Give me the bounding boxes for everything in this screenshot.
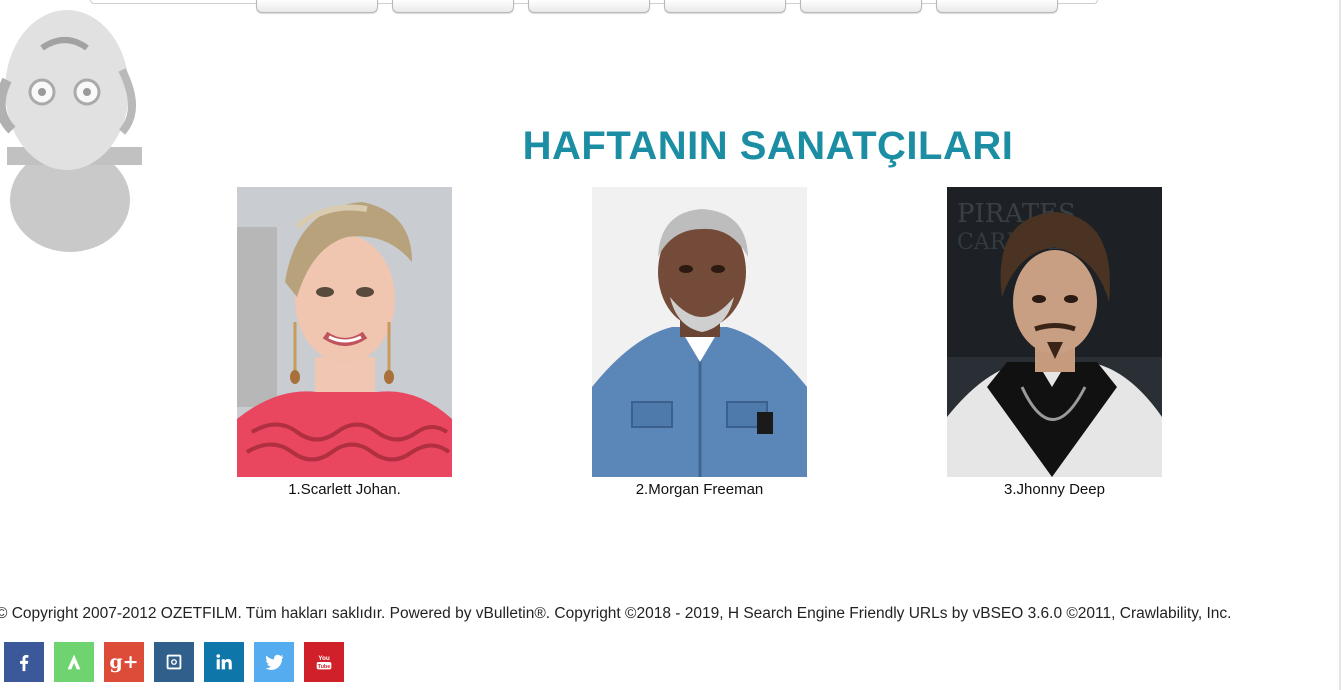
artist-card-3[interactable]: PIRATES CARIBBEAN 3.Jhonny Deep <box>947 187 1162 498</box>
vine-button[interactable] <box>54 642 94 682</box>
youtube-icon: You Tube <box>316 655 332 670</box>
vine-icon <box>67 654 81 670</box>
footer-copyright: © Copyright 2007-2012 OZETFILM. Tüm hakl… <box>0 605 1232 622</box>
artist-photo-2[interactable] <box>592 187 807 477</box>
twitter-button[interactable] <box>254 642 294 682</box>
section-title: HAFTANIN SANATÇILARI <box>522 124 1014 168</box>
artists-of-week: 1.Scarlett Johan. 2.Morgan Freeman PIRAT… <box>0 187 1341 507</box>
artist-name-2[interactable]: 2.Morgan Freeman <box>592 481 807 498</box>
youtube-button[interactable]: You Tube <box>304 642 344 682</box>
instagram-button[interactable] <box>154 642 194 682</box>
top-navigation <box>256 0 1058 14</box>
artist-card-1[interactable]: 1.Scarlett Johan. <box>237 187 452 498</box>
svg-text:Tube: Tube <box>318 664 331 670</box>
artist-card-2[interactable]: 2.Morgan Freeman <box>592 187 807 498</box>
svg-text:You: You <box>318 655 330 662</box>
nav-tab-2[interactable] <box>392 0 514 13</box>
nav-tab-4[interactable] <box>664 0 786 13</box>
linkedin-icon <box>216 654 232 670</box>
nav-tab-6[interactable] <box>936 0 1058 13</box>
artist-photo-3[interactable]: PIRATES CARIBBEAN <box>947 187 1162 477</box>
twitter-icon <box>265 654 284 670</box>
artist-photo-1[interactable] <box>237 187 452 477</box>
artist-name-1[interactable]: 1.Scarlett Johan. <box>237 481 452 498</box>
page: HAFTANIN SANATÇILARI 1.Scarlett Johan. 2… <box>0 0 1341 690</box>
facebook-button[interactable] <box>4 642 44 682</box>
social-links: g+ You Tube <box>4 642 344 682</box>
instagram-icon <box>166 654 182 670</box>
linkedin-button[interactable] <box>204 642 244 682</box>
artist-name-3[interactable]: 3.Jhonny Deep <box>947 481 1162 498</box>
nav-tab-5[interactable] <box>800 0 922 13</box>
nav-tab-3[interactable] <box>528 0 650 13</box>
google-plus-button[interactable]: g+ <box>104 642 144 682</box>
facebook-icon <box>20 654 29 672</box>
google-plus-icon: g+ <box>109 651 139 673</box>
nav-tab-1[interactable] <box>256 0 378 13</box>
